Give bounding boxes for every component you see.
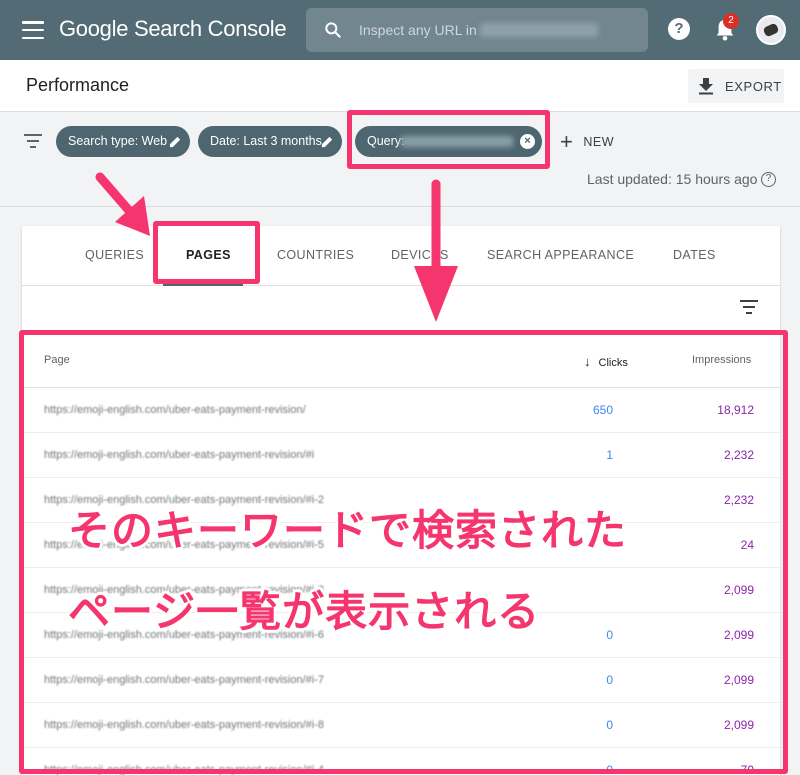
blurred-property-url xyxy=(480,23,598,37)
pencil-icon xyxy=(321,136,333,148)
top-bar: Google Search Console Inspect any URL in… xyxy=(0,0,800,60)
download-icon xyxy=(699,78,713,95)
pencil-icon xyxy=(169,136,181,148)
new-label: NEW xyxy=(583,135,615,149)
export-label: EXPORT xyxy=(725,79,782,94)
tab-countries[interactable]: COUNTRIES xyxy=(277,248,354,262)
tab-search-appearance[interactable]: SEARCH APPEARANCE xyxy=(487,248,634,262)
app-logo[interactable]: Google Search Console xyxy=(59,16,287,42)
page-header: Performance EXPORT xyxy=(0,60,800,112)
highlight-query-chip xyxy=(347,110,550,169)
new-filter-button[interactable]: + NEW xyxy=(560,129,615,154)
search-icon xyxy=(325,22,341,38)
search-placeholder: Inspect any URL in xyxy=(359,22,477,38)
table-filter-icon[interactable] xyxy=(740,300,758,314)
divider xyxy=(0,206,800,207)
url-inspect-search[interactable]: Inspect any URL in xyxy=(306,8,648,52)
annotation-line-2: ページ一覧が表示される xyxy=(68,587,541,636)
dimension-tabs: QUERIES PAGES COUNTRIES DEVICES SEARCH A… xyxy=(22,226,780,286)
avatar[interactable] xyxy=(756,15,786,45)
last-updated-text: Last updated: 15 hours ago xyxy=(587,171,758,187)
highlight-pages-tab xyxy=(153,221,260,284)
notification-badge: 2 xyxy=(723,13,739,29)
tab-queries[interactable]: QUERIES xyxy=(85,248,144,262)
chip-label: Search type: Web xyxy=(68,134,168,148)
plus-icon: + xyxy=(560,129,574,154)
help-circle-icon[interactable]: ? xyxy=(761,172,776,187)
filter-icon[interactable] xyxy=(24,134,42,148)
menu-icon[interactable] xyxy=(22,21,44,39)
tab-dates[interactable]: DATES xyxy=(673,248,716,262)
date-range-chip[interactable]: Date: Last 3 months xyxy=(198,126,342,157)
export-button[interactable]: EXPORT xyxy=(688,69,784,103)
chip-label: Date: Last 3 months xyxy=(210,134,322,148)
search-type-chip[interactable]: Search type: Web xyxy=(56,126,190,157)
help-icon[interactable]: ? xyxy=(668,18,690,40)
tab-devices[interactable]: DEVICES xyxy=(391,248,449,262)
page-title: Performance xyxy=(26,75,130,95)
annotation-line-1: そのキーワードで検索された xyxy=(68,506,628,555)
